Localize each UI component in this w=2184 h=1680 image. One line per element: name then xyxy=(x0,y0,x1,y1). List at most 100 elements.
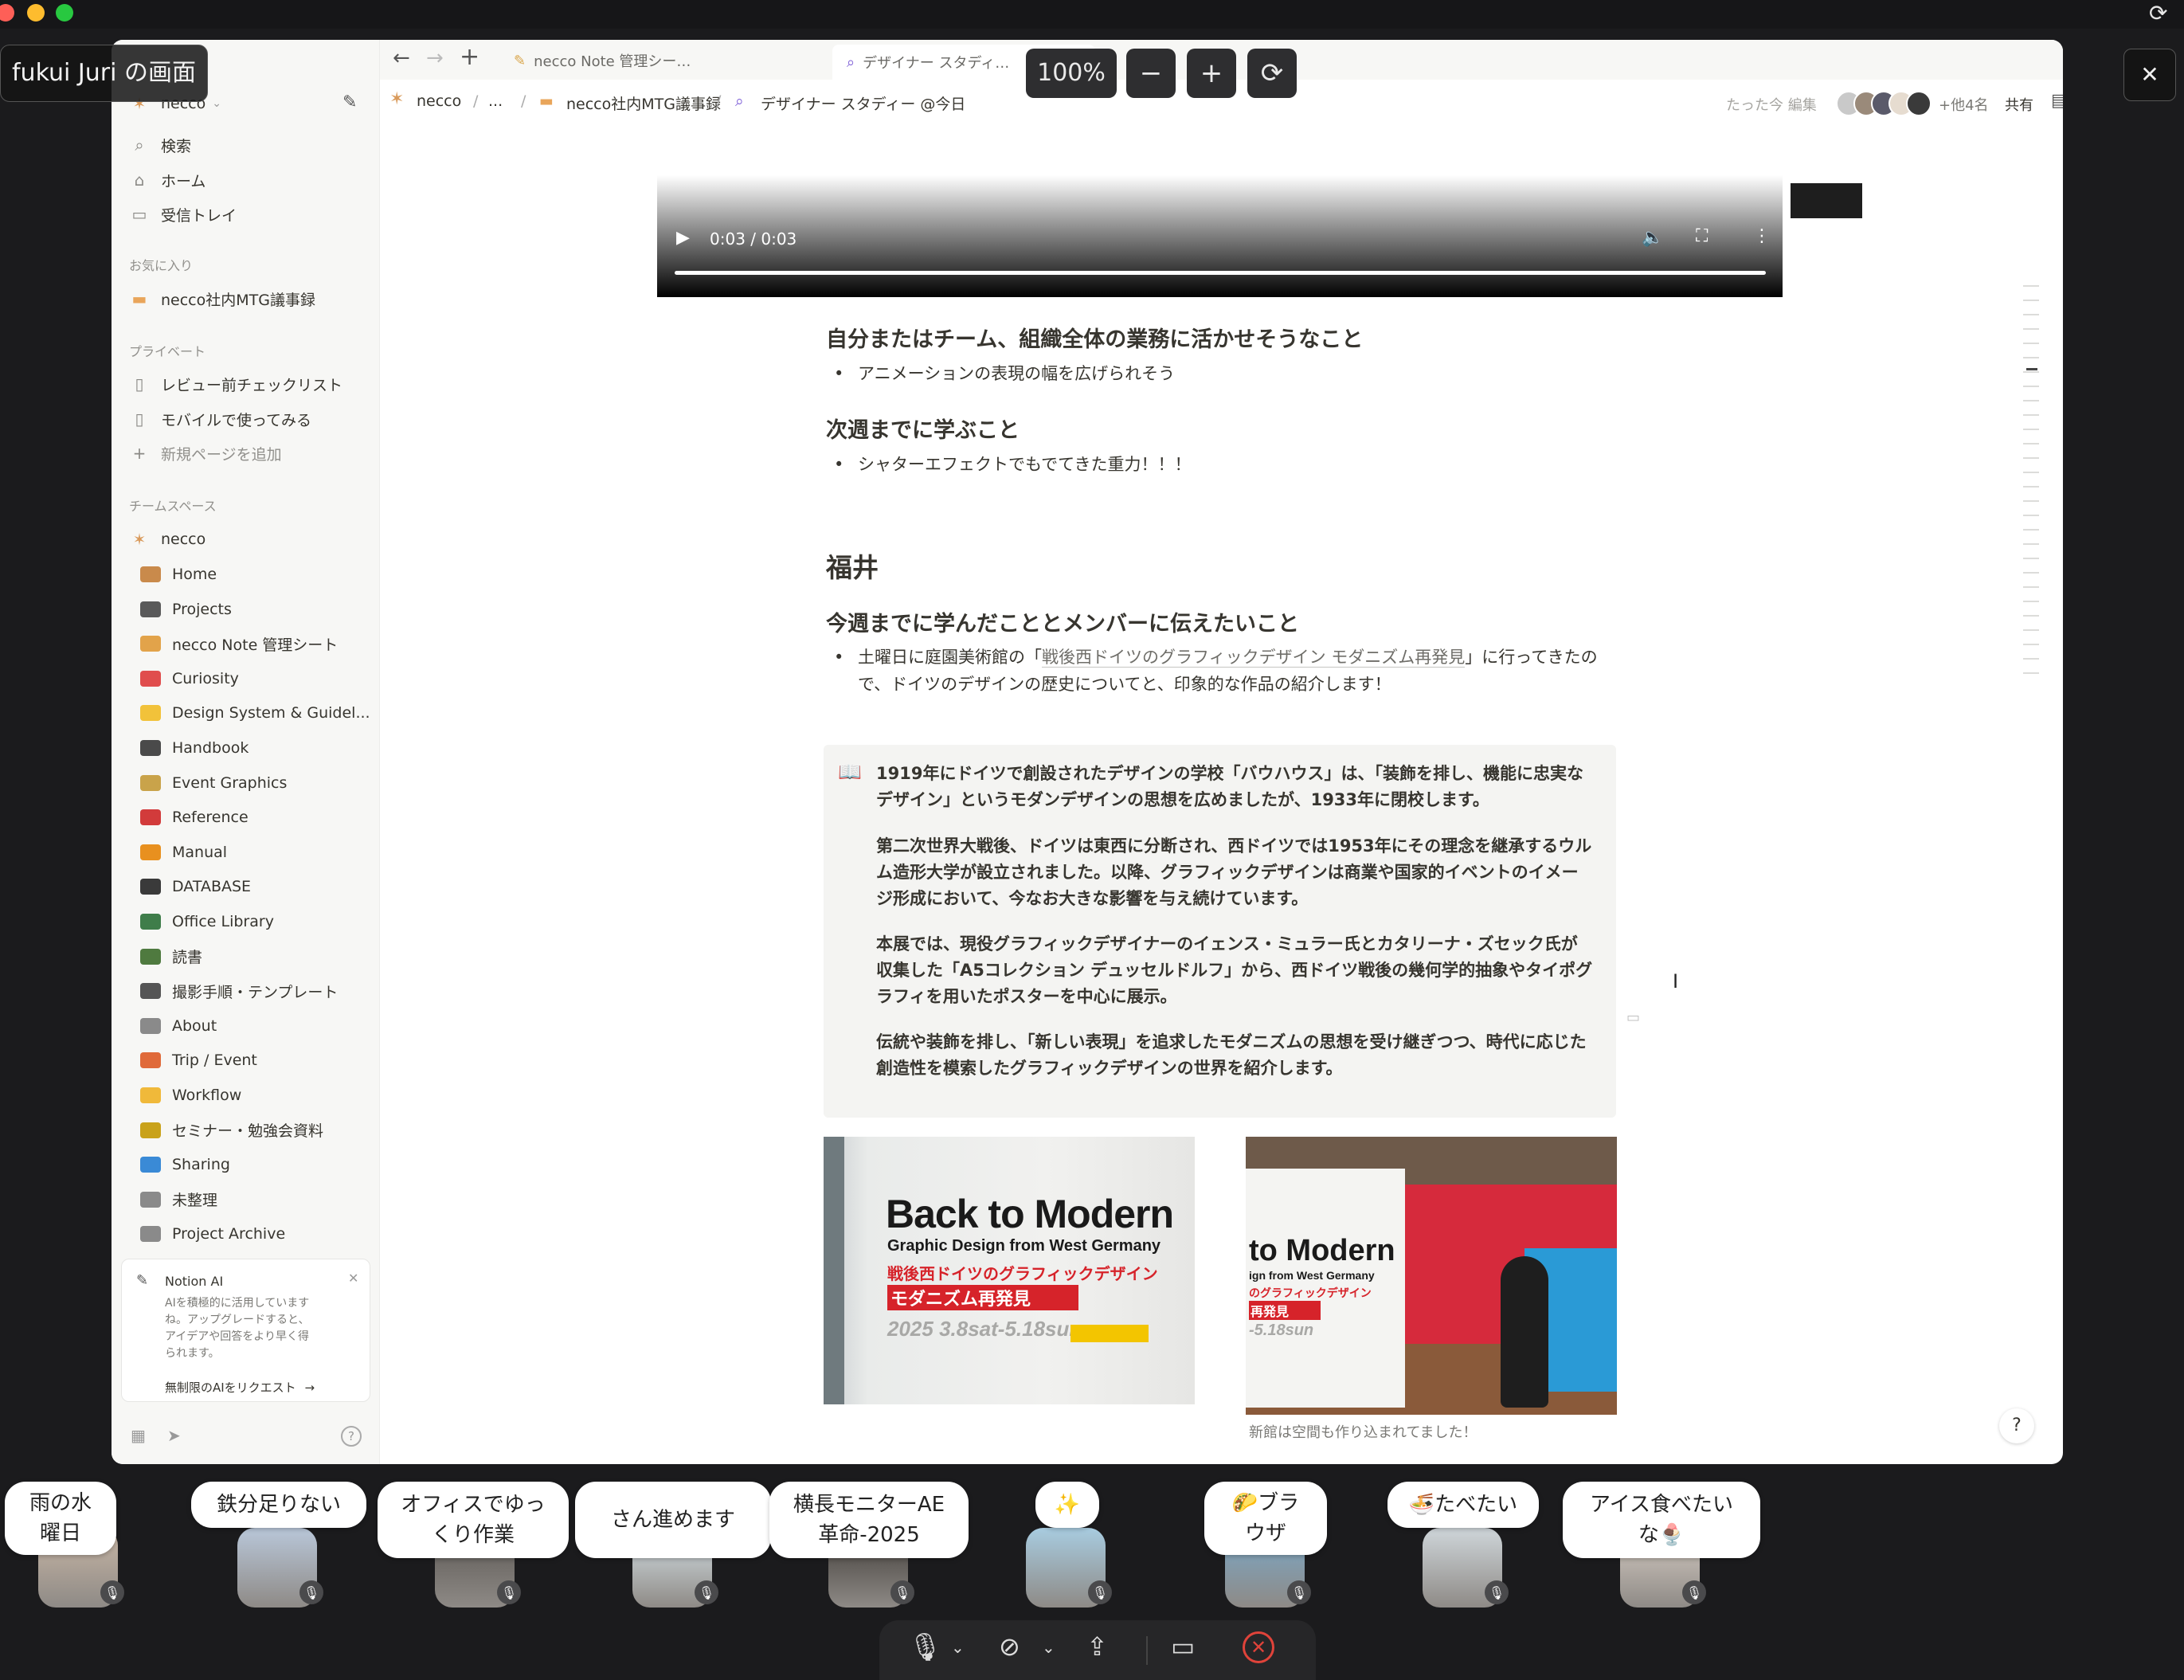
sidebar-item-add-page[interactable]: + 新規ページを追加 xyxy=(129,437,282,469)
sidebar-item-team[interactable]: 撮影手順・テンプレート xyxy=(140,975,338,1007)
chevron-down-icon[interactable]: ⌄ xyxy=(951,1638,965,1657)
sidebar-item-team[interactable]: Projects xyxy=(140,593,232,625)
close-icon[interactable]: ✕ xyxy=(348,1271,358,1286)
sidebar-item-team[interactable]: Workflow xyxy=(140,1079,241,1111)
mic-muted-icon: 🎙 xyxy=(890,1580,914,1604)
sidebar-item-search[interactable]: ⌕ 検索 xyxy=(129,129,191,161)
share-button[interactable]: 共有 xyxy=(2005,94,2033,115)
camera-off-icon[interactable]: ⊘ xyxy=(999,1631,1020,1662)
help-icon[interactable]: ? xyxy=(341,1426,362,1447)
play-icon[interactable]: ▶ xyxy=(676,228,690,248)
page-outline[interactable] xyxy=(2023,272,2039,687)
sidebar-item-team[interactable]: Handbook xyxy=(140,732,249,764)
page-emoji-icon xyxy=(140,1191,161,1208)
collaborator-avatars[interactable] xyxy=(1836,91,1939,116)
leave-icon[interactable]: ✕ xyxy=(1243,1631,1274,1663)
zoom-window-dot[interactable] xyxy=(56,4,73,22)
video-menu-icon[interactable]: ⋮ xyxy=(1753,226,1771,246)
breadcrumb-separator: / xyxy=(521,92,526,110)
sidebar-item-team[interactable]: Project Archive xyxy=(140,1218,285,1250)
comment-icon[interactable]: ▭ xyxy=(1626,1009,1640,1026)
mic-muted-icon[interactable]: 🎙 xyxy=(908,1631,942,1663)
sidebar-item-team[interactable]: Trip / Event xyxy=(140,1044,257,1076)
chevron-down-icon: ⌄ xyxy=(212,97,221,110)
sidebar-item-necco[interactable]: ✶ necco xyxy=(129,523,206,555)
close-window-dot[interactable] xyxy=(0,4,14,22)
sidebar-item-mobile[interactable]: ▯ モバイルで使ってみる xyxy=(129,403,311,435)
breadcrumb-parent[interactable]: necco社内MTG議事録 xyxy=(566,92,721,114)
fullscreen-icon[interactable]: ⛶ xyxy=(1696,226,1708,246)
sidebar-item-home[interactable]: ⌂ ホーム xyxy=(129,164,206,196)
callout-paragraph: 1919年にドイツで創設されたデザインの学校「バウハウス」は、「装飾を排し、機能… xyxy=(876,764,1583,809)
mic-muted-icon: 🎙 xyxy=(299,1580,323,1604)
comments-icon[interactable]: ▤ xyxy=(2051,91,2063,111)
sidebar-item-team[interactable]: Manual xyxy=(140,836,227,868)
sidebar-item-team[interactable]: About xyxy=(140,1010,217,1042)
private-header: プライベート xyxy=(129,344,206,359)
chevron-down-icon[interactable]: ⌄ xyxy=(1042,1638,1055,1657)
breadcrumb-current[interactable]: デザイナー スタディー @今日 xyxy=(761,92,965,114)
new-page-icon[interactable]: ✎ xyxy=(342,92,357,112)
send-icon[interactable]: ➤ xyxy=(167,1426,181,1445)
new-tab-icon[interactable]: + xyxy=(460,43,479,71)
refresh-icon[interactable]: ⟳ xyxy=(2149,0,2167,26)
sidebar-item-team[interactable]: Office Library xyxy=(140,906,274,938)
zoom-out-button[interactable]: − xyxy=(1126,49,1176,98)
video-progress-bar[interactable] xyxy=(675,271,1766,275)
sidebar-item-label: 撮影手順・テンプレート xyxy=(172,983,339,1001)
image-caption: 新館は空間も作り込まれてました！ xyxy=(1249,1424,1478,1441)
sidebar-item-review[interactable]: ▯ レビュー前チェックリスト xyxy=(129,368,342,400)
page-emoji-icon xyxy=(140,774,161,791)
sidebar-item-label: 未整理 xyxy=(172,1192,218,1210)
back-arrow-icon[interactable]: ← xyxy=(393,46,410,70)
sidebar-item-team[interactable]: セミナー・勉強会資料 xyxy=(140,1114,323,1146)
sidebar-item-team[interactable]: Curiosity xyxy=(140,663,239,695)
page-emoji-icon xyxy=(140,809,161,826)
book-icon: 📖 xyxy=(838,761,862,783)
page-emoji-icon xyxy=(140,670,161,687)
sidebar-item-label: About xyxy=(172,1016,217,1035)
tab-label: necco Note 管理シー… xyxy=(534,53,691,70)
participant-status-bubble: さん進めます xyxy=(575,1482,771,1558)
necco-logo-icon: ✶ xyxy=(132,530,147,549)
minimize-window-dot[interactable] xyxy=(27,4,45,22)
reset-zoom-button[interactable]: ⟳ xyxy=(1247,49,1297,98)
volume-icon[interactable]: 🔈 xyxy=(1642,228,1663,248)
forward-arrow-icon[interactable]: → xyxy=(426,46,444,70)
tab-necco-note[interactable]: ✎ necco Note 管理シー… xyxy=(499,45,714,76)
exhibition-link[interactable]: 戦後西ドイツのグラフィックデザイン モダニズム再発見 xyxy=(1042,648,1466,668)
page-emoji-icon xyxy=(140,844,161,860)
sidebar-item-label: Design System & Guidel... xyxy=(172,704,370,723)
sidebar-item-team[interactable]: necco Note 管理シート xyxy=(140,628,338,660)
breadcrumb-root[interactable]: necco xyxy=(417,92,461,110)
sidebar-item-team[interactable]: 読書 xyxy=(140,941,202,973)
video-player[interactable]: ▶ 0:03 / 0:03 🔈 ⛶ ⋮ xyxy=(657,175,1783,297)
sidebar-item-team[interactable]: Design System & Guidel... xyxy=(140,697,370,729)
black-block xyxy=(1791,183,1862,218)
close-share-button[interactable]: ✕ xyxy=(2123,49,2176,101)
others-count[interactable]: +他4名 xyxy=(1939,94,1989,115)
exhibition-photo-gallery[interactable]: to Modern ign from West Germany のグラフィックデ… xyxy=(1246,1137,1617,1415)
page-outline-current xyxy=(2026,368,2037,370)
help-button[interactable]: ? xyxy=(1999,1408,2034,1443)
sidebar-item-team[interactable]: Reference xyxy=(140,801,249,833)
sidebar-item-team[interactable]: DATABASE xyxy=(140,871,251,903)
share-screen-icon[interactable]: ⇪ xyxy=(1086,1631,1108,1662)
sidebar-item-team[interactable]: Home xyxy=(140,558,217,590)
sidebar-item-team[interactable]: 未整理 xyxy=(140,1184,217,1216)
calendar-icon[interactable]: ▦ xyxy=(131,1426,146,1445)
mic-muted-icon: 🎙 xyxy=(695,1580,718,1604)
callout-paragraph: 伝統や装飾を排し、「新しい表現」を追求したモダニズムの思想を受け継ぎつつ、時代に… xyxy=(876,1032,1587,1078)
breadcrumb-ellipsis[interactable]: ... xyxy=(488,92,503,110)
dark-doorway xyxy=(824,1137,844,1404)
zoom-in-button[interactable]: + xyxy=(1187,49,1236,98)
sidebar-item-label: DATABASE xyxy=(172,878,252,896)
exhibition-photo-entrance[interactable]: Back to Modern Graphic Design from West … xyxy=(824,1137,1195,1404)
sidebar-item-inbox[interactable]: ▭ 受信トレイ xyxy=(129,198,237,230)
bullet-learned-pre: 土曜日に庭園美術館の「 xyxy=(858,648,1042,667)
sidebar-item-team[interactable]: Sharing xyxy=(140,1149,230,1181)
sidebar-item-mtg[interactable]: ▬ necco社内MTG議事録 xyxy=(129,283,315,315)
sidebar-item-team[interactable]: Event Graphics xyxy=(140,767,287,799)
chat-icon[interactable]: ▭ xyxy=(1171,1631,1195,1662)
notion-ai-cta[interactable]: 無制限のAIをリクエスト → xyxy=(165,1379,315,1396)
